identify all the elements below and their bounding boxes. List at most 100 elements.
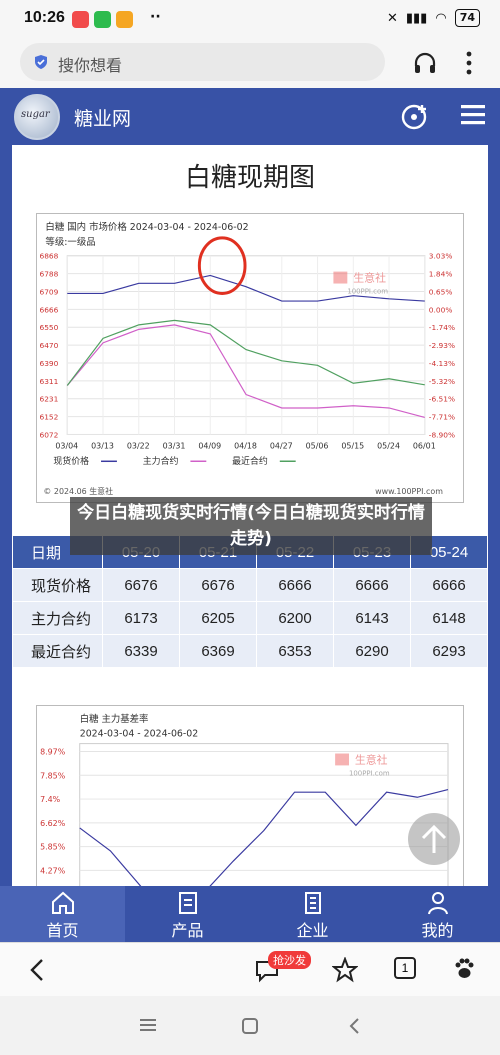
nav-profile[interactable]: 我的	[375, 886, 500, 942]
paw-icon[interactable]	[452, 957, 476, 981]
wifi-icon: ◠	[435, 10, 447, 26]
table-cell: 6676	[179, 568, 257, 602]
table-cell: 6173	[102, 601, 180, 635]
y-tick-label: 6470	[39, 341, 58, 350]
search-input[interactable]: 搜你想看	[20, 43, 385, 81]
plot-area	[79, 743, 449, 886]
site-name[interactable]: 糖业网	[74, 104, 131, 131]
shield-icon	[35, 55, 47, 69]
table-cell: 6676	[102, 568, 180, 602]
y-tick-label: 8.97%	[40, 748, 66, 757]
back-to-top-button[interactable]	[408, 813, 460, 865]
table-cell: 6666	[333, 568, 411, 602]
system-back-icon[interactable]	[348, 1018, 360, 1034]
x-tick-label: 04/09	[198, 441, 221, 450]
x-tick-label: 05/06	[306, 441, 329, 450]
series-line-0	[79, 789, 449, 886]
site-header: sugar 糖业网	[0, 88, 500, 145]
status-time: 10:26	[24, 9, 65, 26]
y-tick-label: 6152	[39, 413, 58, 422]
table-cell: 6290	[333, 634, 411, 668]
table-cell: 6666	[410, 568, 488, 602]
add-shortcut-icon[interactable]	[400, 102, 430, 132]
home-icon	[51, 891, 74, 914]
table-cell: 6666	[256, 568, 334, 602]
nav-home[interactable]: 首页	[0, 886, 125, 942]
svg-text:生意社: 生意社	[355, 752, 388, 766]
y-tick-label: 6788	[39, 270, 58, 279]
y2-tick-label: 0.65%	[429, 287, 453, 296]
bottom-navigation: 首页 产品 企业 我的	[0, 886, 500, 942]
browser-toolbar: 抢沙发 1	[0, 942, 500, 996]
price-chart: 白糖 国内 市场价格 2024-03-04 - 2024-06-02 等级:一级…	[36, 213, 464, 503]
table-row: 现货价格 6676 6676 6666 6666 6666	[12, 568, 488, 602]
svg-text:100PPI.com: 100PPI.com	[347, 287, 388, 295]
y2-tick-label: -7.71%	[429, 413, 455, 422]
user-icon	[427, 892, 448, 915]
table-cell: 6369	[179, 634, 257, 668]
x-tick-label: 05/24	[377, 441, 400, 450]
x-tick-label: 04/27	[270, 441, 293, 450]
wechat-icon	[94, 11, 111, 28]
article-title-overlay[interactable]: 今日白糖现货实时行情(今日白糖现货实时行情走势)	[70, 497, 432, 555]
system-navigation	[0, 996, 500, 1055]
x-tick-label: 04/18	[234, 441, 257, 450]
chart-subtitle: 等级:一级品	[45, 236, 95, 248]
notification-icons	[72, 11, 133, 28]
home-button-icon[interactable]	[242, 1018, 258, 1034]
app-notification-icon	[116, 11, 133, 28]
chart-title: 白糖 国内 市场价格 2024-03-04 - 2024-06-02	[45, 221, 248, 233]
y2-tick-label: -6.51%	[429, 395, 455, 404]
tick-labels: 8.97%7.85%7.4%6.62%5.85%4.27%3.48%	[40, 748, 66, 876]
headphones-icon[interactable]	[412, 50, 438, 76]
chart2-title: 白糖 主力基差率	[80, 713, 149, 725]
x-tick-label: 05/15	[341, 441, 364, 450]
more-notifications-icon: ··	[150, 9, 161, 25]
highlight-circle	[197, 236, 247, 295]
svg-text:100PPI.com: 100PPI.com	[349, 769, 390, 777]
search-placeholder: 搜你想看	[58, 56, 123, 75]
site-logo[interactable]: sugar	[14, 94, 60, 140]
table-cell: 最近合约	[12, 634, 103, 668]
basis-rate-chart: 白糖 主力基差率 2024-03-04 - 2024-06-02 8.97% 7.…	[36, 705, 464, 886]
legend-label: 现货价格	[53, 455, 89, 467]
tick-labels: 6868 3.03% 6788 1.84% 6709 0.65% 6666 0.00% 6550…	[39, 252, 455, 451]
x-tick-label: 03/13	[91, 441, 114, 450]
more-menu-icon[interactable]	[464, 50, 474, 76]
y-tick-label: 6311	[39, 377, 58, 386]
y-tick-label: 6.62%	[40, 819, 66, 828]
y-tick-label: 6709	[39, 287, 58, 296]
browser-search-bar: 搜你想看	[0, 38, 500, 88]
table-cell: 主力合约	[12, 601, 103, 635]
menu-icon[interactable]	[460, 102, 486, 128]
y-tick-label: 6072	[39, 430, 58, 439]
y2-tick-label: 0.00%	[429, 305, 453, 314]
recent-apps-icon[interactable]	[140, 1018, 156, 1032]
tabs-button[interactable]: 1	[394, 957, 416, 979]
table-cell: 6293	[410, 634, 488, 668]
back-icon[interactable]	[28, 957, 46, 983]
nav-companies[interactable]: 企业	[250, 886, 375, 942]
y2-tick-label: -8.90%	[429, 430, 455, 439]
document-icon	[178, 892, 197, 914]
chart2-subtitle: 2024-03-04 - 2024-06-02	[80, 729, 199, 740]
nav-products[interactable]: 产品	[125, 886, 250, 942]
y-tick-label: 5.85%	[40, 843, 66, 852]
y2-tick-label: 1.84%	[429, 270, 453, 279]
x-tick-label: 03/22	[127, 441, 150, 450]
comment-badge: 抢沙发	[268, 951, 311, 969]
y2-tick-label: -2.93%	[429, 341, 455, 350]
x-tick-label: 06/01	[413, 441, 436, 450]
y2-tick-label: -1.74%	[429, 323, 455, 332]
grid	[79, 751, 448, 871]
table-cell: 6148	[410, 601, 488, 635]
y-tick-label: 7.4%	[40, 795, 61, 804]
svg-text:生意社: 生意社	[353, 271, 386, 285]
app-notification-icon	[72, 11, 89, 28]
y2-tick-label: -4.13%	[429, 359, 455, 368]
table-cell: 现货价格	[12, 568, 103, 602]
star-icon[interactable]	[332, 957, 358, 983]
signal-icon: ▮▮▮	[405, 10, 428, 26]
y-tick-label: 6550	[39, 323, 58, 332]
building-icon	[304, 892, 321, 914]
